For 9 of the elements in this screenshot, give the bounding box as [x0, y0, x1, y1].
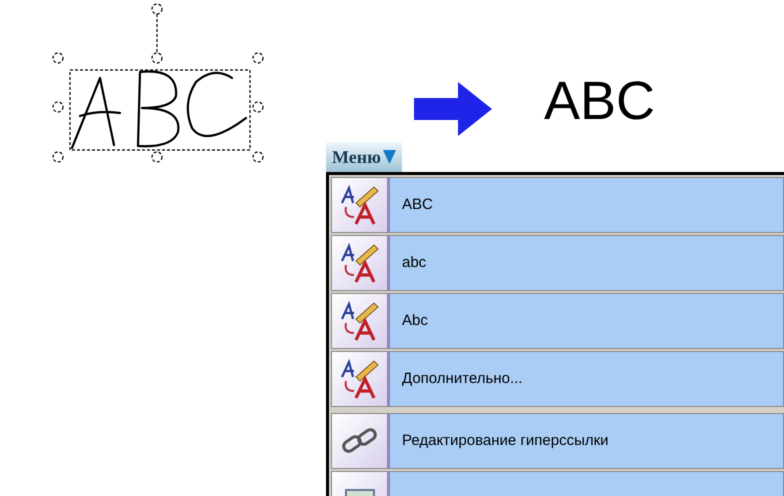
menu-item[interactable]: ABC — [331, 177, 784, 233]
converted-text: ABC — [544, 74, 656, 128]
menu-button[interactable]: Меню — [326, 142, 402, 172]
caret-icon — [382, 150, 396, 164]
menu-item[interactable]: Дополнительно... — [331, 351, 784, 407]
menu-item[interactable]: Редактирование гиперссылки — [331, 413, 784, 469]
right-arrow-icon — [414, 82, 492, 136]
menu-item[interactable]: abc — [331, 235, 784, 291]
menu-item[interactable]: Abc — [331, 293, 784, 349]
